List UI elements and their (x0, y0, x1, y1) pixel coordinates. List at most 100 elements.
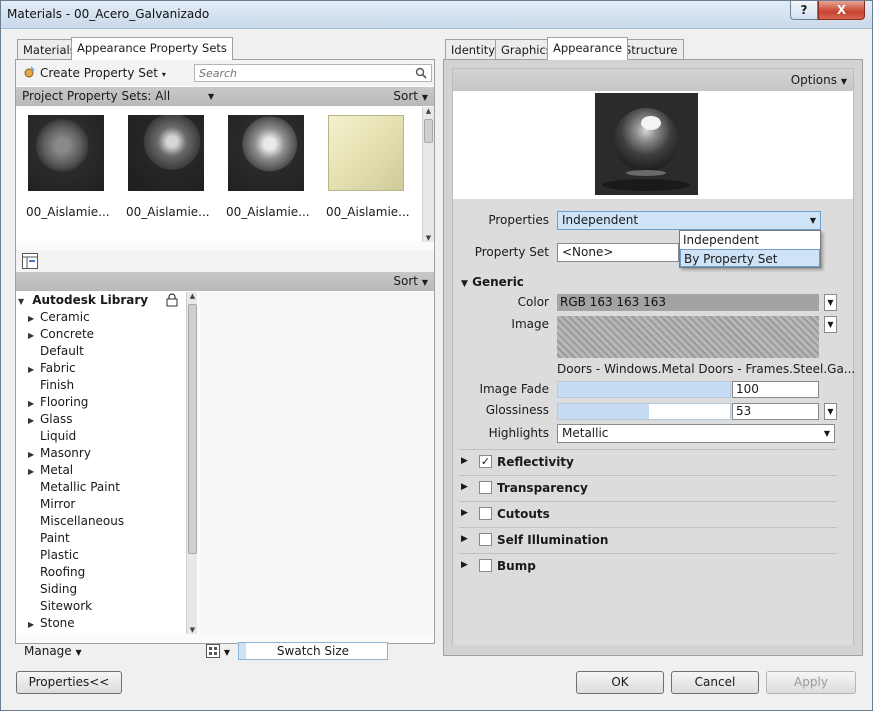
tree-item[interactable]: ▶ Flooring (28, 394, 88, 411)
ok-button[interactable]: OK (576, 671, 664, 694)
tree-item-label: Fabric (40, 361, 76, 375)
section-checkbox[interactable] (479, 507, 492, 520)
scroll-thumb[interactable] (424, 119, 433, 143)
expand-arrow-icon[interactable]: ▶ (461, 456, 468, 466)
scroll-down-icon[interactable]: ▼ (423, 234, 434, 242)
swatch-scrollbar[interactable]: ▲ ▼ (422, 107, 434, 242)
tree-item[interactable]: Siding (28, 581, 77, 598)
tree-item[interactable]: Plastic (28, 547, 79, 564)
image-fade-slider[interactable] (557, 381, 731, 398)
tree-item[interactable]: ▶ Concrete (28, 326, 94, 343)
create-property-set-button[interactable]: Create Property Set ▾ (22, 65, 166, 80)
apply-button[interactable]: Apply (766, 671, 856, 694)
color-field[interactable]: RGB 163 163 163 (557, 294, 819, 311)
tree-item[interactable]: Mirror (28, 496, 75, 513)
popup-option-independent[interactable]: Independent (680, 231, 820, 249)
manage-button[interactable]: Manage ▼ (24, 644, 82, 658)
glossiness-dropdown-icon[interactable]: ▼ (824, 403, 837, 420)
tree-item[interactable]: Default (28, 343, 84, 360)
project-sets-filter-bar[interactable]: Project Property Sets: All ▼ Sort ▼ (16, 87, 434, 106)
tree-item[interactable]: ▶ Masonry (28, 445, 91, 462)
swatch-label: 00_Aislamie... (26, 205, 110, 219)
section-row[interactable]: ▶ Self Illumination (459, 527, 837, 552)
expand-arrow-icon[interactable]: ▶ (28, 463, 38, 480)
expand-arrow-icon[interactable]: ▶ (28, 412, 38, 429)
tree-item-label: Metallic Paint (40, 480, 120, 494)
tree-item[interactable]: Finish (28, 377, 74, 394)
expand-arrow-icon[interactable]: ▶ (28, 395, 38, 412)
tab-appearance-property-sets[interactable]: Appearance Property Sets (71, 37, 233, 60)
section-label: Self Illumination (497, 533, 609, 547)
tree-item[interactable]: Miscellaneous (28, 513, 124, 530)
search-field[interactable] (194, 64, 432, 82)
view-mode-caret-icon: ▼ (223, 648, 230, 657)
sort-button[interactable]: Sort ▼ (393, 87, 428, 107)
swatch-grid: 00_Aislamie... 00_Aislamie... 00_Aislami… (16, 107, 434, 242)
swatch-item[interactable]: 00_Aislamie... (326, 115, 410, 219)
expand-arrow-icon[interactable]: ▶ (28, 310, 38, 327)
library-sort-button[interactable]: Sort ▼ (393, 272, 428, 292)
tree-scroll-down-icon[interactable]: ▼ (187, 626, 198, 634)
swatch-size-slider[interactable]: Swatch Size (238, 642, 388, 660)
scroll-up-icon[interactable]: ▲ (423, 107, 434, 115)
tree-item[interactable]: Metallic Paint (28, 479, 120, 496)
swatch-item[interactable]: 00_Aislamie... (126, 115, 210, 219)
section-checkbox[interactable] (479, 481, 492, 494)
color-dropdown-icon[interactable]: ▼ (824, 294, 837, 311)
cancel-button[interactable]: Cancel (671, 671, 759, 694)
properties-dropdown[interactable]: Independent ▼ (557, 211, 821, 230)
tree-item[interactable]: ▶ Fabric (28, 360, 76, 377)
section-checkbox[interactable] (479, 533, 492, 546)
properties-toggle-button[interactable]: Properties<< (16, 671, 122, 694)
view-mode-button[interactable]: ▼ (206, 644, 230, 661)
section-row[interactable]: ▶ Cutouts (459, 501, 837, 526)
generic-header[interactable]: ▼ Generic (461, 275, 524, 289)
image-fade-input[interactable]: 100 (732, 381, 819, 398)
image-fade-fill (558, 382, 730, 397)
tree-item[interactable]: Liquid (28, 428, 76, 445)
section-row[interactable]: ▶ ✓ Reflectivity (459, 449, 837, 474)
section-row[interactable]: ▶ Bump (459, 553, 837, 578)
options-button[interactable]: Options ▼ (453, 69, 853, 91)
popup-option-by-property-set[interactable]: By Property Set (680, 249, 820, 267)
image-dropdown-icon[interactable]: ▼ (824, 316, 837, 333)
library-panel-icon[interactable] (22, 253, 38, 269)
glossiness-input[interactable]: 53 (732, 403, 819, 420)
tree-scrollbar[interactable]: ▲ ▼ (186, 292, 197, 634)
expand-arrow-icon[interactable]: ▶ (28, 616, 38, 633)
tree-item[interactable]: ▶ Glass (28, 411, 73, 428)
expand-arrow-icon[interactable]: ▶ (461, 534, 468, 544)
tab-identity[interactable]: Identity (445, 39, 502, 60)
tree-item[interactable]: ▶ Stone (28, 615, 75, 632)
expand-arrow-icon[interactable]: ▶ (28, 327, 38, 344)
tree-item[interactable]: ▶ Ceramic (28, 309, 90, 326)
expand-arrow-icon[interactable]: ▶ (461, 482, 468, 492)
tree-scroll-thumb[interactable] (188, 304, 197, 554)
section-row[interactable]: ▶ Transparency (459, 475, 837, 500)
expand-arrow-icon[interactable]: ▶ (28, 361, 38, 378)
tree-item[interactable]: Paint (28, 530, 70, 547)
expand-arrow-icon[interactable]: ▶ (461, 560, 468, 570)
section-checkbox[interactable] (479, 559, 492, 572)
swatch-item[interactable]: 00_Aislamie... (26, 115, 110, 219)
library-root[interactable]: ▼ Autodesk Library (18, 292, 148, 309)
swatch-item[interactable]: 00_Aislamie... (226, 115, 310, 219)
search-input[interactable] (195, 65, 405, 81)
expand-arrow-icon[interactable]: ▶ (28, 446, 38, 463)
library-sort-bar: Sort ▼ (16, 272, 434, 291)
section-checkbox[interactable]: ✓ (479, 455, 492, 468)
property-set-dropdown[interactable]: <None> (557, 243, 679, 262)
tree-item[interactable]: Roofing (28, 564, 85, 581)
tree-item-label: Sitework (40, 599, 93, 613)
glossiness-slider[interactable] (557, 403, 731, 420)
image-texture-thumbnail[interactable] (557, 316, 819, 358)
tab-appearance[interactable]: Appearance (547, 37, 629, 60)
tree-scroll-up-icon[interactable]: ▲ (187, 292, 198, 300)
highlights-dropdown[interactable]: Metallic ▼ (557, 424, 835, 443)
section-label: Reflectivity (497, 455, 574, 469)
help-button[interactable]: ? (790, 1, 818, 20)
expand-arrow-icon[interactable]: ▶ (461, 508, 468, 518)
tree-item[interactable]: Sitework (28, 598, 92, 615)
close-button[interactable]: X (818, 1, 865, 20)
tree-item[interactable]: ▶ Metal (28, 462, 73, 479)
